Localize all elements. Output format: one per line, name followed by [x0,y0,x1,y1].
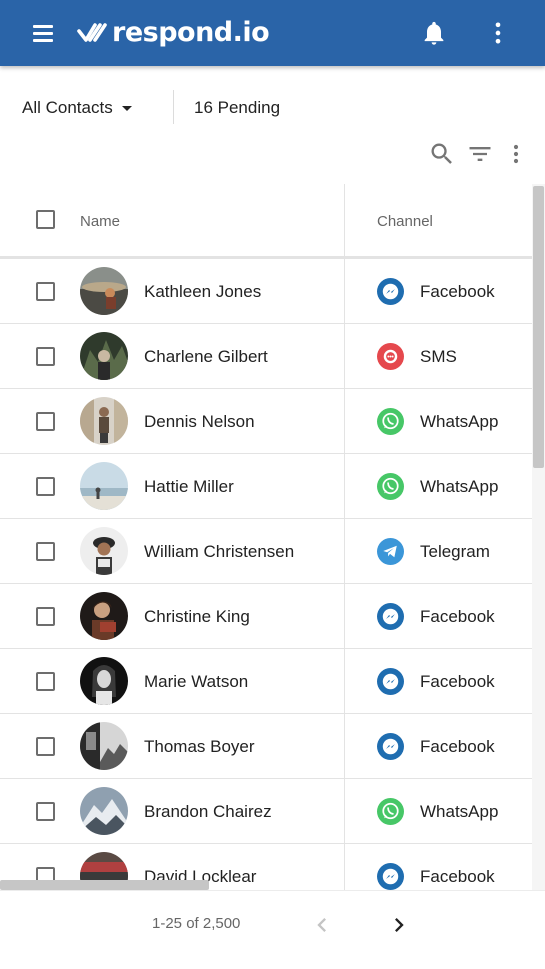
caret-down-icon [121,105,132,111]
row-checkbox[interactable] [36,412,55,431]
vertical-scrollbar-thumb[interactable] [533,186,544,468]
contact-name[interactable]: Brandon Chairez [144,802,272,822]
messenger-icon [377,603,404,630]
contact-name[interactable]: Kathleen Jones [144,282,261,302]
contact-name[interactable]: William Christensen [144,542,294,562]
row-checkbox[interactable] [36,282,55,301]
channel-label: Facebook [420,282,495,301]
channel-label: WhatsApp [420,412,499,431]
telegram-icon [377,538,404,565]
avatar [80,332,128,380]
row-checkbox[interactable] [36,542,55,561]
avatar [80,462,128,510]
search-icon[interactable] [428,140,456,168]
contacts-table: Name Channel Kathleen Jones Facebook Cha… [0,184,532,890]
filter-bar: All Contacts 16 Pending [0,66,545,148]
whatsapp-icon [377,798,404,825]
contact-name[interactable]: Thomas Boyer [144,737,255,757]
channel-label: Facebook [420,672,495,691]
contact-name[interactable]: Dennis Nelson [144,412,255,432]
table-row[interactable]: Thomas Boyer Facebook [0,714,532,779]
column-divider [344,184,345,890]
table-row[interactable]: Christine King Facebook [0,584,532,649]
horizontal-scrollbar-thumb[interactable] [0,880,209,890]
messenger-icon [377,668,404,695]
channel-label: Facebook [420,737,495,756]
contacts-filter-dropdown[interactable]: All Contacts [22,96,132,120]
avatar [80,267,128,315]
table-row[interactable]: Marie Watson Facebook [0,649,532,714]
divider [173,90,174,124]
whatsapp-icon [377,473,404,500]
contacts-filter-label: All Contacts [22,98,113,117]
logo-mark-icon [77,23,107,42]
chevron-left-icon[interactable] [308,911,336,939]
column-header-name[interactable]: Name [80,213,120,230]
row-checkbox[interactable] [36,737,55,756]
channel-label: WhatsApp [420,802,499,821]
table-row[interactable]: Kathleen Jones Facebook [0,259,532,324]
avatar [80,722,128,770]
row-checkbox[interactable] [36,672,55,691]
app-bar: respond.io [0,0,545,66]
whatsapp-icon [377,408,404,435]
messenger-icon [377,863,404,890]
channel-label: Facebook [420,607,495,626]
row-checkbox[interactable] [36,607,55,626]
avatar [80,527,128,575]
table-row[interactable]: Brandon Chairez WhatsApp [0,779,532,844]
logo: respond.io [76,14,270,52]
avatar [80,657,128,705]
table-row[interactable]: William Christensen Telegram [0,519,532,584]
table-options-icon[interactable] [502,140,530,168]
pagination-footer: 1-25 of 2,500 [0,890,545,969]
column-header-channel[interactable]: Channel [377,213,433,230]
channel-label: Telegram [420,542,490,561]
pending-count: 16 Pending [194,98,281,117]
row-checkbox[interactable] [36,347,55,366]
filter-icon[interactable] [466,140,494,168]
channel-label: Facebook [420,867,495,886]
pagination-range: 1-25 of 2,500 [152,915,241,932]
sms-icon [377,343,404,370]
contact-name[interactable]: Hattie Miller [144,477,234,497]
contact-name[interactable]: Marie Watson [144,672,248,692]
contact-name[interactable]: Christine King [144,607,250,627]
avatar [80,397,128,445]
channel-label: WhatsApp [420,477,499,496]
table-row[interactable]: Charlene Gilbert SMS [0,324,532,389]
row-checkbox[interactable] [36,802,55,821]
row-checkbox[interactable] [36,477,55,496]
table-row[interactable]: Hattie Miller WhatsApp [0,454,532,519]
messenger-icon [377,278,404,305]
select-all-checkbox[interactable] [36,210,55,229]
channel-label: SMS [420,347,457,366]
more-options-icon[interactable] [484,19,512,47]
messenger-icon [377,733,404,760]
table-header: Name Channel [0,184,532,259]
avatar [80,787,128,835]
bell-icon[interactable] [420,19,448,47]
logo-text: respond.io [112,17,270,48]
avatar [80,592,128,640]
chevron-right-icon[interactable] [385,911,413,939]
contact-name[interactable]: Charlene Gilbert [144,347,268,367]
table-row[interactable]: Dennis Nelson WhatsApp [0,389,532,454]
hamburger-menu-icon[interactable] [28,20,58,46]
